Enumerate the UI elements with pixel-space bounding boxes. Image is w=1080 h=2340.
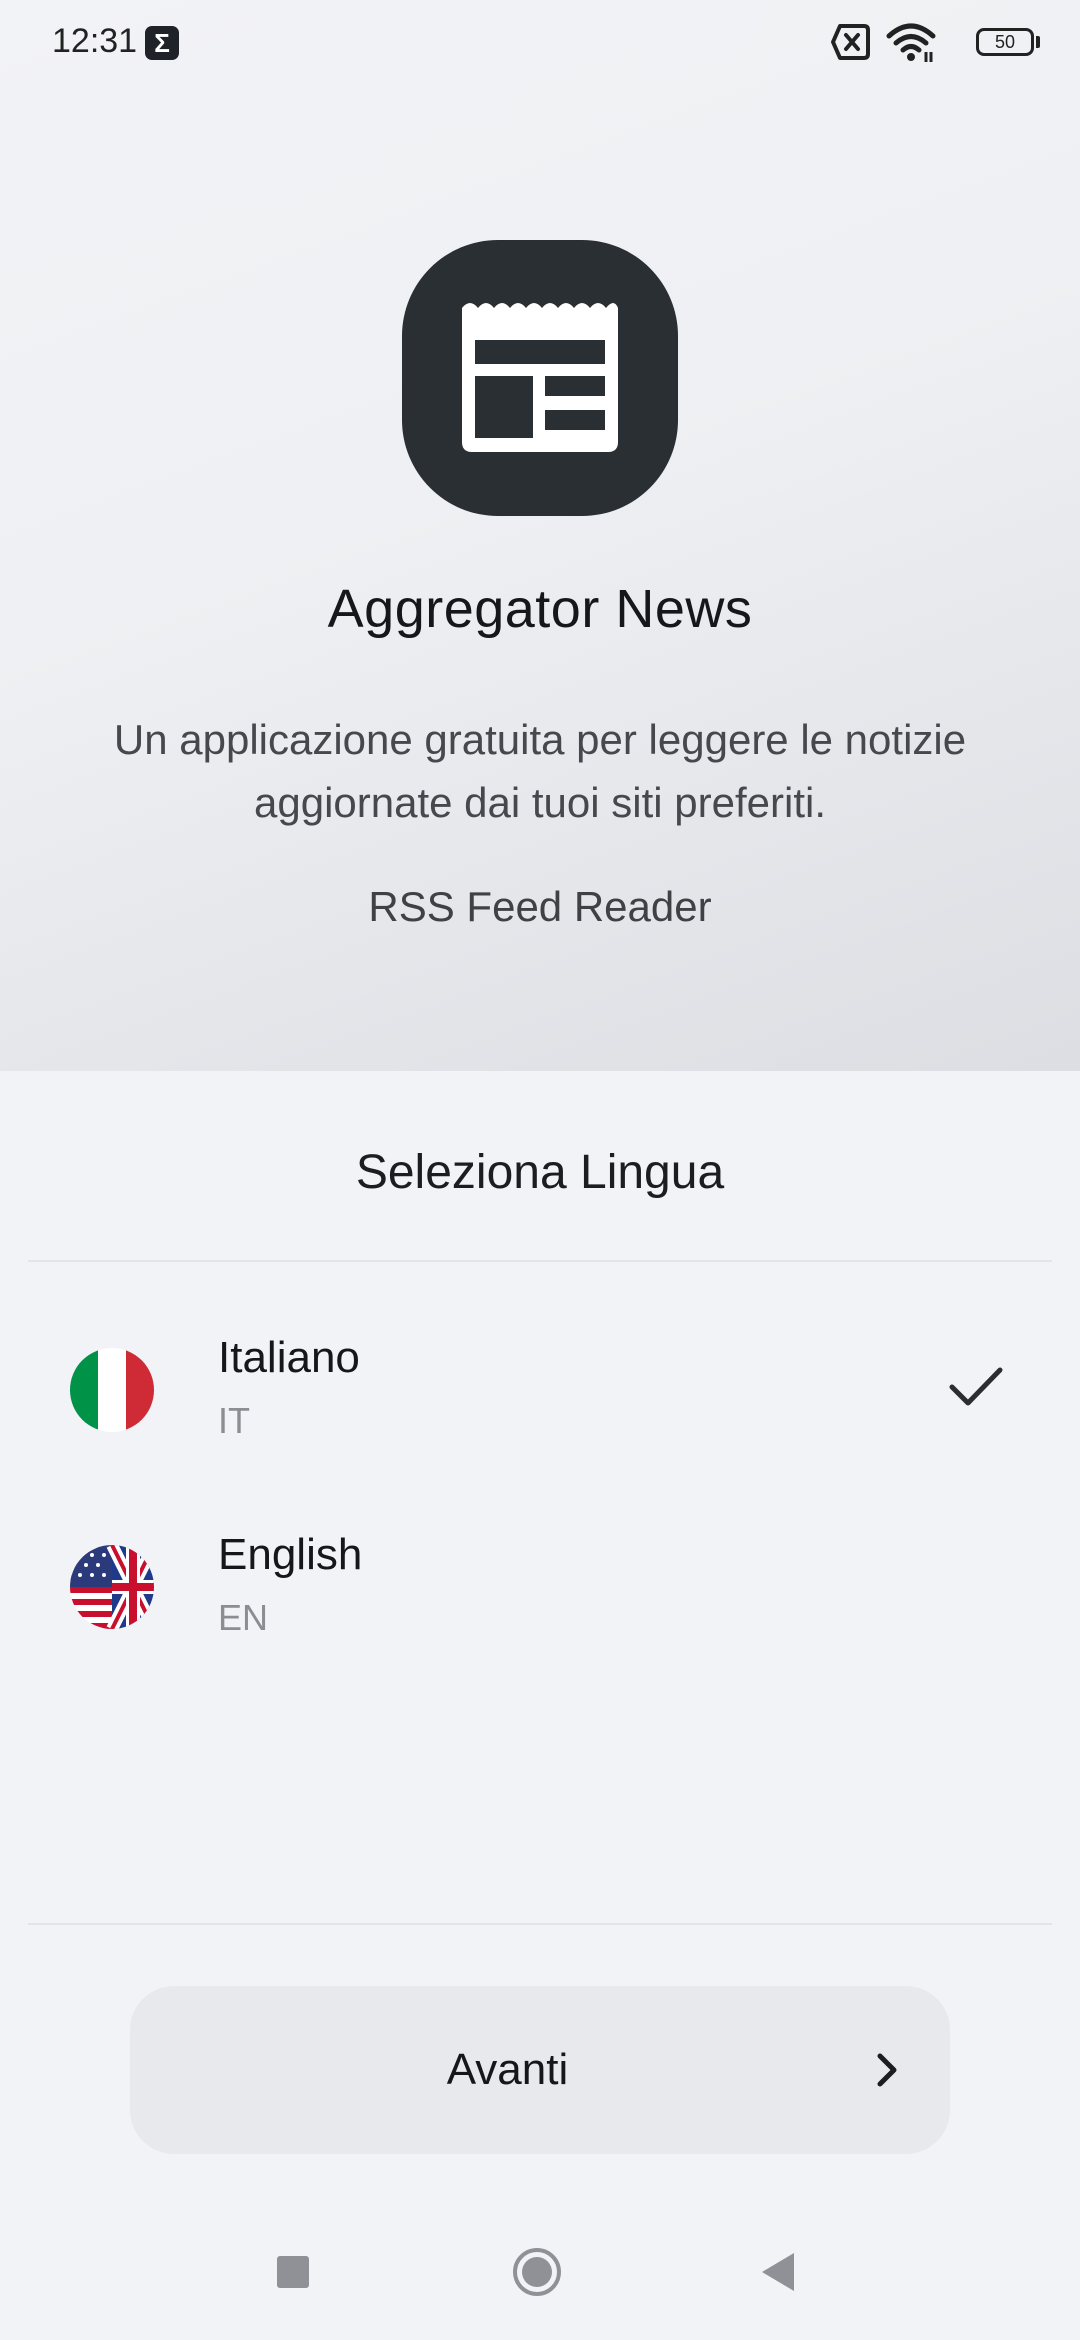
app-description: Un applicazione gratuita per leggere le … — [113, 716, 967, 826]
check-icon — [949, 1367, 1003, 1406]
app-tagline: RSS Feed Reader — [368, 883, 712, 930]
newspaper-icon — [462, 303, 618, 452]
divider-bottom — [28, 1923, 1052, 1925]
language-name: English — [218, 1530, 363, 1579]
language-name: Italiano — [218, 1333, 360, 1382]
system-nav-bar — [0, 2230, 1080, 2340]
language-code: EN — [218, 1597, 269, 1638]
us-uk-flag-icon — [70, 1545, 154, 1629]
chevron-right-icon — [877, 2053, 897, 2087]
language-option-italiano[interactable]: Italiano IT — [0, 1293, 1080, 1483]
next-button[interactable]: Avanti — [130, 1986, 950, 2154]
next-button-label: Avanti — [446, 2045, 569, 2094]
divider-top — [28, 1260, 1052, 1262]
language-code: IT — [218, 1400, 250, 1441]
recents-icon[interactable] — [277, 2256, 309, 2288]
hero-section: Aggregator News Un applicazione gratuita… — [0, 0, 1080, 1071]
sigma-app-icon: Σ — [145, 26, 179, 60]
status-bar: 12:31 Σ 50 — [0, 0, 1080, 90]
sim-off-icon — [831, 24, 870, 60]
back-icon[interactable] — [760, 2251, 796, 2293]
language-option-english[interactable]: English EN — [0, 1490, 1080, 1680]
language-section-title: Seleziona Lingua — [355, 1146, 725, 1199]
wifi-icon — [886, 23, 936, 62]
home-icon[interactable] — [512, 2247, 562, 2297]
italy-flag-icon — [70, 1348, 154, 1432]
status-time: 12:31 — [52, 22, 138, 60]
app-title: Aggregator News — [327, 579, 753, 639]
battery-level: 50 — [994, 32, 1016, 52]
battery-icon: 50 — [976, 28, 1040, 58]
app-logo — [402, 240, 678, 516]
